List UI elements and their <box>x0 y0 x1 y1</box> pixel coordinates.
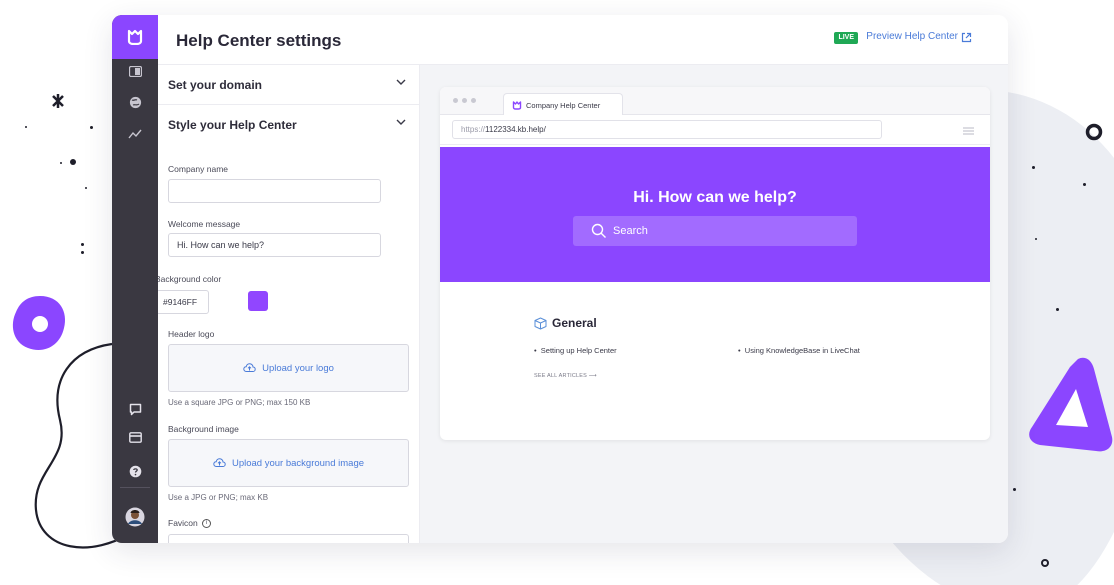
hero-banner: Hi. How can we help? Search <box>440 147 990 282</box>
dot-decoration <box>1035 238 1037 240</box>
article-link[interactable]: • Setting up Help Center <box>534 346 617 355</box>
dot-decoration <box>70 159 76 165</box>
user-avatar[interactable] <box>112 503 158 531</box>
dot-decoration <box>81 243 84 246</box>
star-decoration <box>52 94 64 108</box>
category-heading: General <box>534 316 597 330</box>
dot-decoration <box>90 126 93 129</box>
window-dot <box>462 98 467 103</box>
background-color-input[interactable]: #9146FF <box>158 290 209 314</box>
dot-decoration <box>1056 308 1059 311</box>
window-dot <box>471 98 476 103</box>
section-label: Style your Help Center <box>168 118 297 132</box>
section-set-your-domain[interactable]: Set your domain <box>158 65 419 105</box>
article-title: Using KnowledgeBase in LiveChat <box>744 346 860 355</box>
info-icon[interactable]: i <box>201 519 211 529</box>
logo-hint: Use a square JPG or PNG; max 150 KB <box>168 398 311 407</box>
live-badge: LIVE <box>834 32 858 44</box>
logo-icon <box>512 100 522 110</box>
top-bar: Help Center settings LIVE Preview Help C… <box>158 15 1008 65</box>
sidebar-rail <box>112 15 158 543</box>
company-name-label: Company name <box>168 164 229 174</box>
purple-triangle-decoration <box>1029 357 1113 452</box>
chevron-down-icon <box>396 79 406 85</box>
dot-decoration <box>1032 166 1035 169</box>
dot-decoration <box>60 162 62 164</box>
cloud-upload-icon <box>243 363 256 372</box>
browser-tab-title: Company Help Center <box>526 100 601 110</box>
hero-title: Hi. How can we help? <box>633 189 797 206</box>
dot-decoration <box>85 187 87 189</box>
url-host: 1122334.kb.help/ <box>485 125 546 134</box>
welcome-message-input[interactable]: Hi. How can we help? <box>168 233 381 257</box>
browser-url-bar: https://1122334.kb.help/ <box>440 115 990 145</box>
dot-decoration <box>1083 183 1086 186</box>
arrow-right-icon: ⟶ <box>588 373 597 379</box>
dot-decoration <box>25 126 27 128</box>
background-hint: Use a JPG or PNG; max KB <box>168 493 269 502</box>
url-protocol: https:// <box>461 125 486 134</box>
browser-preview: Company Help Center https://1122334.kb.h… <box>440 87 990 440</box>
app-window: Help Center settings LIVE Preview Help C… <box>112 15 1008 543</box>
page-title: Help Center settings <box>176 31 342 50</box>
logo-icon[interactable] <box>112 15 158 59</box>
favicon-upload[interactable] <box>168 534 409 543</box>
see-all-articles-link[interactable]: SEE ALL ARTICLES ⟶ <box>534 373 597 379</box>
window-dot <box>453 98 458 103</box>
article-link[interactable]: • Using KnowledgeBase in LiveChat <box>738 346 860 355</box>
category-title: General <box>552 316 597 330</box>
section-style-help-center[interactable]: Style your Help Center <box>158 105 419 145</box>
analytics-icon[interactable] <box>112 119 158 147</box>
background-color-swatch[interactable] <box>248 291 268 311</box>
billing-icon[interactable] <box>112 423 158 451</box>
settings-panel: Set your domain Style your Help Center C… <box>158 65 420 543</box>
background-color-label: Background color <box>158 274 222 284</box>
rail-divider <box>120 487 150 488</box>
section-label: Set your domain <box>168 77 263 92</box>
upload-logo-label: Upload your logo <box>262 362 334 374</box>
help-icon[interactable] <box>112 457 158 485</box>
chat-icon[interactable] <box>112 395 158 423</box>
header-logo-label: Header logo <box>168 329 215 339</box>
search-placeholder: Search <box>613 225 648 237</box>
search-icon <box>591 223 606 238</box>
preview-help-center-link[interactable]: Preview Help Center <box>866 31 958 42</box>
upload-background-label: Upload your background image <box>231 457 365 469</box>
upload-background-button[interactable]: Upload your background image <box>168 439 409 487</box>
menu-icon[interactable] <box>963 127 974 135</box>
globe-icon[interactable] <box>112 88 158 116</box>
ring-decoration <box>1085 123 1103 141</box>
hero-search-input[interactable]: Search <box>573 216 857 246</box>
url-field[interactable]: https://1122334.kb.help/ <box>452 120 882 139</box>
company-name-input[interactable] <box>168 179 381 203</box>
preview-area: Company Help Center https://1122334.kb.h… <box>420 65 1008 543</box>
small-ring-decoration <box>1041 559 1049 567</box>
favicon-label: Favicon <box>168 518 198 528</box>
external-link-icon[interactable] <box>961 32 972 43</box>
stage: Help Center settings LIVE Preview Help C… <box>0 0 1114 585</box>
welcome-message-label: Welcome message <box>168 219 241 229</box>
background-image-label: Background image <box>168 424 239 434</box>
browser-tab-bar: Company Help Center <box>440 87 990 116</box>
chevron-down-icon <box>396 119 406 125</box>
cloud-upload-icon <box>213 458 226 467</box>
see-all-label: SEE ALL ARTICLES <box>534 373 588 379</box>
favicon-label-row: Favicon i <box>168 518 211 529</box>
article-title: Setting up Help Center <box>540 346 617 355</box>
dashboard-icon[interactable] <box>112 57 158 85</box>
browser-tab[interactable]: Company Help Center <box>503 93 623 116</box>
upload-logo-button[interactable]: Upload your logo <box>168 344 409 392</box>
box-icon <box>534 317 547 329</box>
dot-decoration <box>1013 488 1016 491</box>
dot-decoration <box>81 251 84 254</box>
